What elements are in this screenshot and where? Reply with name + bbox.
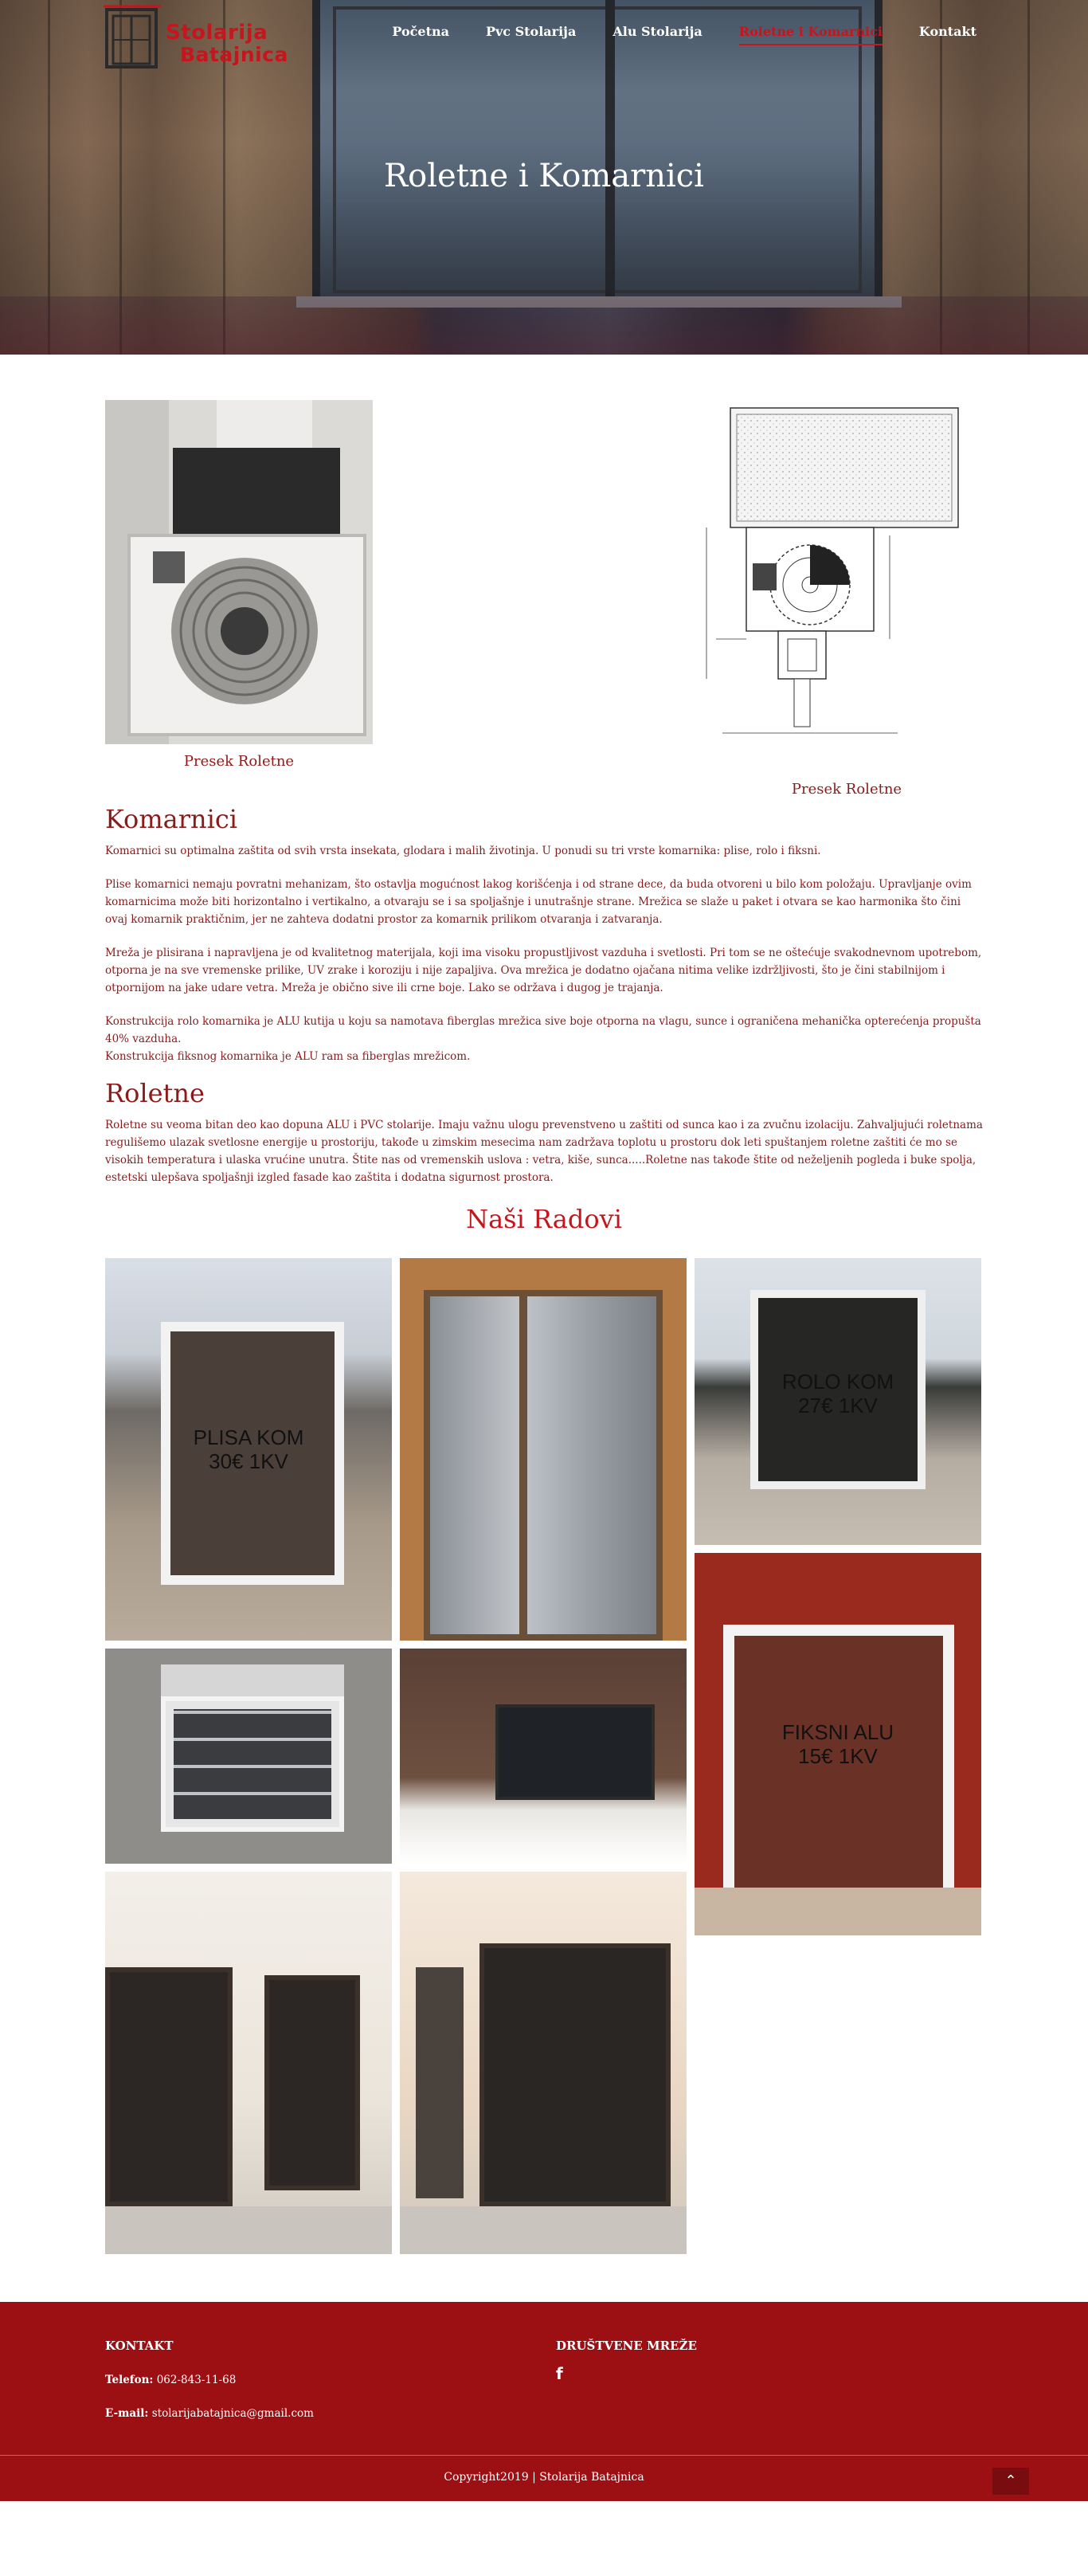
gallery-photo-facade[interactable] [400,1649,687,1864]
shutter-box [161,1664,344,1696]
rolo-price: 27€ 1KV [798,1394,878,1417]
plise-label: PLISA KOM [193,1425,304,1449]
roller-shutter-photo [105,400,373,744]
glass-door [479,1943,671,2206]
sliding-door-glass [424,1290,663,1641]
floor [695,1888,981,1935]
footer-email: E-mail: stolarijabatajnica@gmail.com [105,2407,314,2420]
main-content: Presek Roletne Presek Roletne Komarnici … [0,355,1088,2302]
phone-value[interactable]: 062-843-11-68 [157,2374,237,2386]
page-title: Roletne i Komarnici [384,158,704,194]
site-logo[interactable]: Stolarija Batajnica [104,5,299,70]
footer-social: DRUŠTVENE MREŽE f [556,2339,697,2383]
fiksni-price: 15€ 1KV [798,1744,878,1768]
gallery-photo-fiksni[interactable]: FIKSNI ALU 15€ 1KV [695,1553,981,1935]
door-divider [519,1290,527,1641]
footer-divider [0,2455,1088,2456]
site-footer: KONTAKT Telefon: 062-843-11-68 E-mail: s… [0,2302,1088,2501]
gallery-photo-door-right[interactable] [400,1872,687,2254]
rolo-label: ROLO KOM [781,1370,894,1394]
roletne-section: Roletne Roletne su veoma bitan deo kao d… [0,1078,1088,1186]
email-label: E-mail: [105,2407,149,2420]
floor [105,2206,392,2254]
glass-door [264,1975,360,2190]
logo-text-line1: Stolarija [166,21,268,45]
figure-caption-left: Presek Roletne [183,753,295,770]
roletne-paragraph: Roletne su veoma bitan deo kao dopuna AL… [105,1119,983,1184]
technical-drawing [706,407,959,734]
nav-item-pocetna[interactable]: Početna [392,24,449,45]
footer-contact-heading: KONTAKT [105,2339,174,2353]
komarnici-section: Komarnici Komarnici su optimalna zaštita… [0,804,1088,1065]
cross-section-drawing [699,400,963,741]
roletne-heading: Roletne [105,1078,205,1108]
gallery-photo-window-rolo[interactable] [105,1649,392,1864]
nav-item-pvc-stolarija[interactable]: Pvc Stolarija [486,24,576,45]
footer-phone: Telefon: 062-843-11-68 [105,2374,314,2386]
hero-banner: Stolarija Batajnica Početna Pvc Stolarij… [0,0,1088,355]
komarnici-paragraph: Konstrukcija rolo komarnika je ALU kutij… [105,1013,983,1065]
plise-price: 30€ 1KV [209,1449,288,1473]
footer-contact: KONTAKT Telefon: 062-843-11-68 E-mail: s… [105,2339,314,2420]
footer-copyright: Copyright2019 | Stolarija Batajnica [444,2471,644,2484]
window-dark [495,1704,655,1800]
fiksni-label: FIKSNI ALU [781,1720,894,1744]
works-heading: Naši Radovi [466,1204,622,1234]
logo-frame-icon [104,5,161,69]
chevron-up-icon: ⌃ [1004,2472,1017,2489]
glass-door [105,1967,233,2206]
gallery-photo-rolo[interactable]: ROLO KOM 27€ 1KV [695,1258,981,1545]
email-value[interactable]: stolarijabatajnica@gmail.com [152,2407,314,2420]
figure-caption-right: Presek Roletne [791,781,902,798]
komarnici-paragraph: Plise komarnici nemaju povratni mehaniza… [105,878,972,926]
nav-item-alu-stolarija[interactable]: Alu Stolarija [612,24,702,45]
facebook-icon[interactable]: f [556,2364,563,2383]
footer-social-heading: DRUŠTVENE MREŽE [556,2339,697,2353]
gallery-photo-plise[interactable]: PLISA KOM 30€ 1KV [105,1258,392,1641]
logo-text-line2: Batajnica [180,43,288,66]
cross-section-figures: Presek Roletne Presek Roletne [0,355,1088,801]
komarnici-paragraph: Mreža je plisirana i napravljena je od k… [105,947,982,994]
gallery-photo-door-left[interactable] [105,1872,392,2254]
main-nav: Stolarija Batajnica Početna Pvc Stolarij… [0,0,1088,69]
works-gallery: PLISA KOM 30€ 1KV ROLO KOM 27€ 1KV FIKSN… [0,1258,1088,2302]
scroll-to-top-button[interactable]: ⌃ [992,2468,1029,2495]
window-glass [174,1709,331,1819]
phone-label: Telefon: [105,2374,154,2386]
nav-item-roletne-i-komarnici[interactable]: Roletne i Komarnici [738,24,883,45]
komarnici-heading: Komarnici [105,804,238,834]
nav-item-kontakt[interactable]: Kontakt [919,24,976,45]
roller-shutter-image [105,400,373,744]
komarnici-fiksni-text: Konstrukcija fiksnog komarnika je ALU ra… [105,1050,471,1063]
glass-door [416,1967,464,2198]
floor [400,2206,687,2254]
komarnici-rolo-text: Konstrukcija rolo komarnika je ALU kutij… [105,1015,981,1045]
komarnici-paragraph: Komarnici su optimalna zaštita od svih v… [105,845,821,857]
nav-links: Početna Pvc Stolarija Alu Stolarija Role… [355,24,976,45]
gallery-photo-sliding-door[interactable] [400,1258,687,1641]
